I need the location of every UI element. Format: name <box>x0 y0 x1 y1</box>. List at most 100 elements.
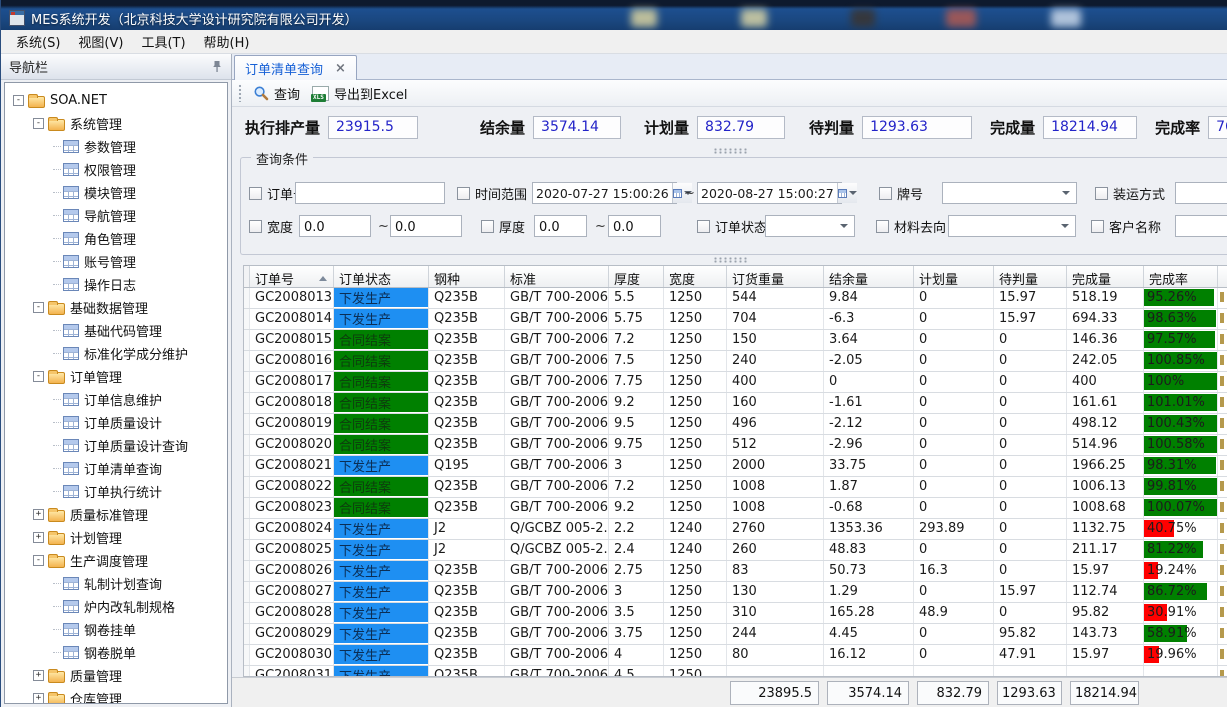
width-from-input[interactable]: 0.0 <box>299 215 371 237</box>
tree-item[interactable]: 订单信息维护 <box>5 388 227 411</box>
tree-item[interactable]: +质量管理 <box>5 664 227 687</box>
tree-item[interactable]: 轧制计划查询 <box>5 572 227 595</box>
tree-item[interactable]: 钢卷脱单 <box>5 641 227 664</box>
table-row[interactable]: GC2008030下发生产Q235BGB/T 700-2006412508016… <box>244 645 1227 666</box>
customer-checkbox[interactable] <box>1091 220 1104 233</box>
export-excel-button[interactable]: XLS 导出到Excel <box>308 82 415 105</box>
tree-item[interactable]: 参数管理 <box>5 135 227 158</box>
table-row[interactable]: GC2008022合同结案Q235BGB/T 700-20067.2125010… <box>244 477 1227 498</box>
column-header-complete[interactable]: 完成量 <box>1067 266 1144 287</box>
shipping-checkbox[interactable] <box>1095 187 1108 200</box>
table-row[interactable]: GC2008029下发生产Q235BGB/T 700-20063.7512502… <box>244 624 1227 645</box>
collapse-icon[interactable]: - <box>33 118 44 129</box>
tab-close-icon[interactable]: × <box>335 61 346 76</box>
tree-item[interactable]: 权限管理 <box>5 158 227 181</box>
tree-item[interactable]: 订单执行统计 <box>5 480 227 503</box>
tree-item[interactable]: -系统管理 <box>5 112 227 135</box>
table-row[interactable]: GC2008025下发生产J2Q/GCBZ 005-2...2.41240260… <box>244 540 1227 561</box>
table-row[interactable]: GC2008028下发生产Q235BGB/T 700-20063.5125031… <box>244 603 1227 624</box>
menu-item[interactable]: 视图(V) <box>69 29 132 54</box>
expand-icon[interactable]: + <box>33 532 44 543</box>
column-header-order[interactable]: 订单号 <box>250 266 334 287</box>
column-header-pending[interactable]: 待判量 <box>994 266 1067 287</box>
table-row[interactable]: GC2008013下发生产Q235BGB/T 700-20065.5125054… <box>244 288 1227 309</box>
expand-icon[interactable]: + <box>33 693 44 704</box>
collapse-icon[interactable]: - <box>33 555 44 566</box>
column-header-weight[interactable]: 订货重量 <box>727 266 824 287</box>
menu-item[interactable]: 系统(S) <box>7 29 69 54</box>
calendar-dropdown-button[interactable] <box>837 183 857 203</box>
horizontal-splitter[interactable] <box>232 255 1227 265</box>
tree-item[interactable]: 标准化学成分维护 <box>5 342 227 365</box>
collapse-icon[interactable]: - <box>33 371 44 382</box>
width-checkbox[interactable] <box>249 220 262 233</box>
horizontal-splitter[interactable] <box>232 147 1227 155</box>
material-dest-combo[interactable] <box>948 215 1076 237</box>
menu-item[interactable]: 工具(T) <box>132 29 194 54</box>
order-no-input[interactable] <box>295 182 445 204</box>
tree-item[interactable]: -SOA.NET <box>5 89 227 112</box>
tree-item[interactable]: 订单质量设计 <box>5 411 227 434</box>
column-header-width[interactable]: 宽度 <box>664 266 727 287</box>
tree-item[interactable]: +计划管理 <box>5 526 227 549</box>
tree-item[interactable]: 订单质量设计查询 <box>5 434 227 457</box>
time-range-checkbox[interactable] <box>457 187 470 200</box>
time-to-picker[interactable]: 2020-08-27 15:00:27 <box>697 182 842 204</box>
order-status-checkbox[interactable] <box>697 220 710 233</box>
thickness-checkbox[interactable] <box>481 220 494 233</box>
brand-checkbox[interactable] <box>879 187 892 200</box>
table-row[interactable]: GC2008023合同结案Q235BGB/T 700-20069.2125010… <box>244 498 1227 519</box>
thickness-to-input[interactable]: 0.0 <box>608 215 661 237</box>
shipping-combo[interactable] <box>1175 182 1227 204</box>
tree-item[interactable]: 模块管理 <box>5 181 227 204</box>
order-no-checkbox[interactable] <box>249 187 262 200</box>
toolbar-grip[interactable] <box>238 84 243 102</box>
table-row[interactable]: GC2008027下发生产Q235BGB/T 700-2006312501301… <box>244 582 1227 603</box>
column-header-rate[interactable]: 完成率 <box>1144 266 1218 287</box>
tree-item[interactable]: 账号管理 <box>5 250 227 273</box>
pin-icon[interactable] <box>211 60 223 73</box>
material-dest-checkbox[interactable] <box>876 220 889 233</box>
query-button[interactable]: 查询 <box>249 82 308 105</box>
expand-icon[interactable]: + <box>33 670 44 681</box>
tree-item[interactable]: +仓库管理 <box>5 687 227 704</box>
table-row[interactable]: GC2008026下发生产Q235BGB/T 700-20062.7512508… <box>244 561 1227 582</box>
table-row[interactable]: GC2008017合同结案Q235BGB/T 700-20067.7512504… <box>244 372 1227 393</box>
column-header-standard[interactable]: 标准 <box>505 266 609 287</box>
width-to-input[interactable]: 0.0 <box>390 215 462 237</box>
table-row[interactable]: GC2008016合同结案Q235BGB/T 700-20067.5125024… <box>244 351 1227 372</box>
tree-item[interactable]: 基础代码管理 <box>5 319 227 342</box>
table-row[interactable]: GC2008019合同结案Q235BGB/T 700-20069.5125049… <box>244 414 1227 435</box>
tree-item[interactable]: -订单管理 <box>5 365 227 388</box>
tree-item[interactable]: 钢卷挂单 <box>5 618 227 641</box>
tree-item[interactable]: -基础数据管理 <box>5 296 227 319</box>
time-from-picker[interactable]: 2020-07-27 15:00:26 <box>532 182 677 204</box>
table-row[interactable]: GC2008015合同结案Q235BGB/T 700-20067.2125015… <box>244 330 1227 351</box>
brand-combo[interactable] <box>942 182 1077 204</box>
order-status-combo[interactable] <box>765 215 855 237</box>
table-row[interactable]: GC2008024下发生产J2Q/GCBZ 005-2...2.21240276… <box>244 519 1227 540</box>
table-row[interactable]: GC2008021下发生产Q195GB/T 700-20063125020003… <box>244 456 1227 477</box>
column-header-steel[interactable]: 钢种 <box>429 266 505 287</box>
tree-item[interactable]: 角色管理 <box>5 227 227 250</box>
table-row[interactable]: GC2008018合同结案Q235BGB/T 700-20069.2125016… <box>244 393 1227 414</box>
thickness-from-input[interactable]: 0.0 <box>534 215 587 237</box>
table-row[interactable]: GC2008020合同结案Q235BGB/T 700-20069.7512505… <box>244 435 1227 456</box>
tree-item[interactable]: -生产调度管理 <box>5 549 227 572</box>
tree-item[interactable]: 操作日志 <box>5 273 227 296</box>
menu-item[interactable]: 帮助(H) <box>195 29 259 54</box>
column-header-thickness[interactable]: 厚度 <box>609 266 664 287</box>
column-header-balance[interactable]: 结余量 <box>824 266 914 287</box>
tree-item[interactable]: 炉内改轧制规格 <box>5 595 227 618</box>
table-row[interactable]: GC2008014下发生产Q235BGB/T 700-20065.7512507… <box>244 309 1227 330</box>
customer-input[interactable] <box>1175 215 1227 237</box>
collapse-icon[interactable]: - <box>33 302 44 313</box>
column-header-status[interactable]: 订单状态 <box>334 266 429 287</box>
table-row[interactable]: GC2008031下发生产Q235BGB/T 700-20064.51250 <box>244 666 1227 676</box>
tree-item[interactable]: 导航管理 <box>5 204 227 227</box>
tree-item[interactable]: +质量标准管理 <box>5 503 227 526</box>
expand-icon[interactable]: + <box>33 509 44 520</box>
tab-order-list-query[interactable]: 订单清单查询 × <box>234 55 357 80</box>
column-header-plan[interactable]: 计划量 <box>914 266 994 287</box>
tree-item[interactable]: 订单清单查询 <box>5 457 227 480</box>
